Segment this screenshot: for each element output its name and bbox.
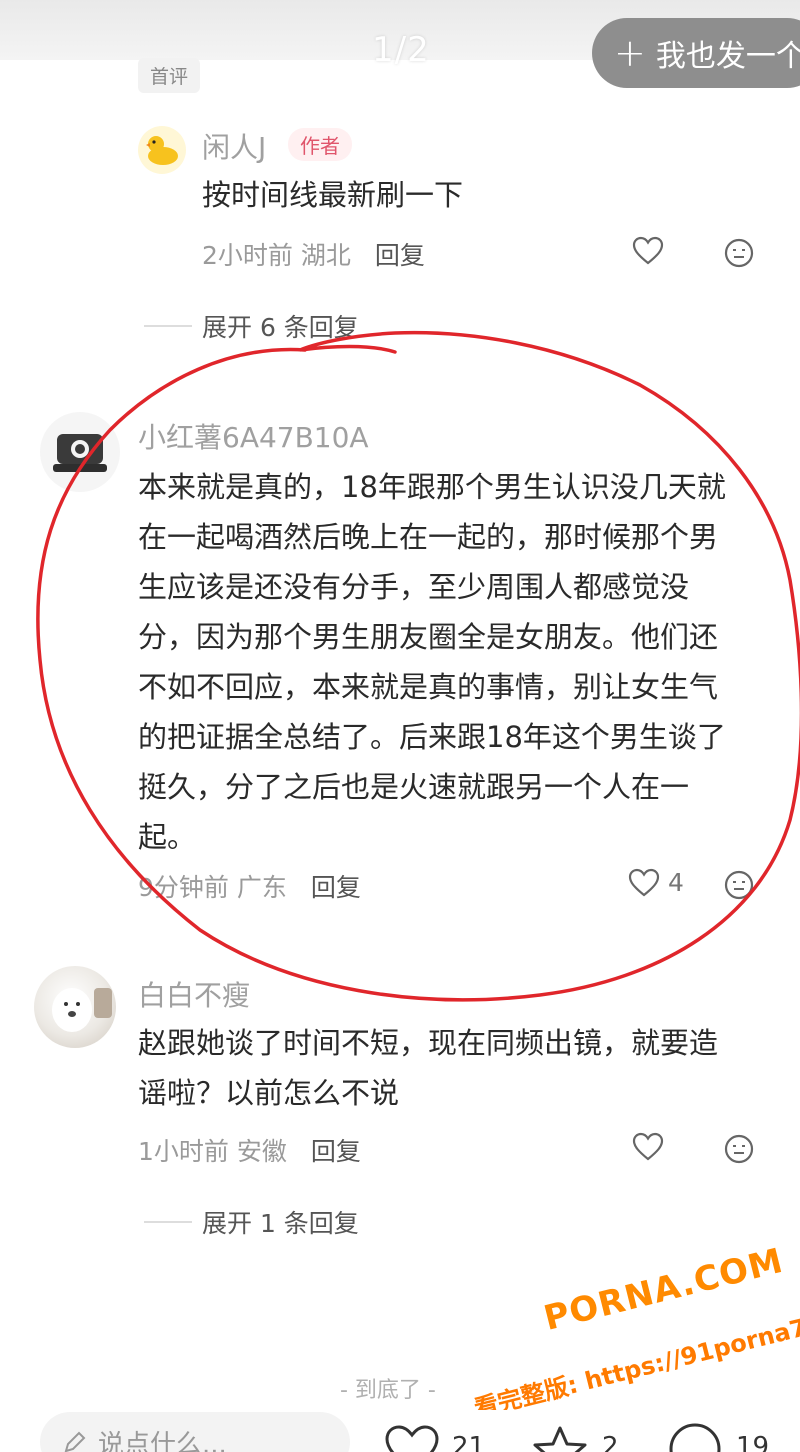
duck-icon xyxy=(146,136,178,165)
expand-replies-button[interactable]: 展开 1 条回复 xyxy=(144,1204,359,1240)
comment-text-line: 起。 xyxy=(138,820,197,854)
comment-location: 广东 xyxy=(236,873,287,902)
end-of-list-label: - 到底了 - xyxy=(340,1378,436,1403)
dislike-face-icon[interactable] xyxy=(724,870,754,900)
comment-username[interactable]: 小红薯6A47B10A xyxy=(138,416,369,456)
comment-text-line: 分，因为那个男生朋友圈全是女朋友。他们还 xyxy=(138,620,719,654)
comment-time: 1小时前 xyxy=(138,1137,229,1166)
comment-location: 安徽 xyxy=(236,1137,287,1166)
star-icon[interactable] xyxy=(530,1424,590,1452)
like-count: 4 xyxy=(668,868,684,897)
reply-button[interactable]: 回复 xyxy=(311,1137,361,1166)
comment-text-line: 生应该是还没有分手，至少周围人都感觉没 xyxy=(138,570,690,604)
comment-count: 19 xyxy=(736,1432,770,1452)
avatar[interactable] xyxy=(34,966,116,1048)
expand-replies-label: 展开 1 条回复 xyxy=(202,1209,359,1238)
dog-photo-icon xyxy=(52,988,112,1032)
comment-bubble-icon[interactable] xyxy=(666,1422,724,1452)
dislike-face-icon[interactable] xyxy=(724,1134,754,1164)
comment-meta: 2小时前 湖北 回复 xyxy=(202,236,425,272)
comment-time: 2小时前 xyxy=(202,241,293,270)
comment-username[interactable]: 闲人J xyxy=(202,126,266,166)
comment-text-line: 在一起喝酒然后晚上在一起的，那时候那个男 xyxy=(138,520,719,554)
comment-time: 9分钟前 xyxy=(138,873,229,902)
divider-line xyxy=(144,1221,192,1223)
comment-meta: 9分钟前 广东 回复 xyxy=(138,868,361,904)
comment-username[interactable]: 白白不瘦 xyxy=(138,974,250,1014)
first-comment-tag: 首评 xyxy=(138,58,201,93)
comment-text-line: 挺久，分了之后也是火速就跟另一个人在一 xyxy=(138,770,690,804)
avatar[interactable] xyxy=(40,412,120,492)
like-icon[interactable] xyxy=(384,1424,440,1452)
pencil-icon xyxy=(64,1431,86,1452)
page-indicator: 1/2 xyxy=(372,30,430,70)
comment-text-line: 不如不回应，本来就是真的事情，别让女生气 xyxy=(138,670,719,704)
comment-text-line: 的把证据全总结了。后来跟18年这个男生谈了 xyxy=(138,720,726,754)
like-count: 21 xyxy=(452,1432,486,1452)
comment-input-placeholder: 说点什么... xyxy=(98,1429,227,1452)
comment-input[interactable]: 说点什么... xyxy=(40,1412,350,1452)
avatar[interactable] xyxy=(138,126,186,174)
heart-icon[interactable] xyxy=(628,868,660,898)
camera-icon xyxy=(53,434,107,472)
expand-replies-label: 展开 6 条回复 xyxy=(202,313,359,342)
comment-text: 按时间线最新刷一下 xyxy=(202,178,464,212)
post-button-label: 我也发一个 xyxy=(655,39,800,74)
reply-button[interactable]: 回复 xyxy=(375,241,425,270)
expand-replies-button[interactable]: 展开 6 条回复 xyxy=(144,308,359,344)
heart-icon[interactable] xyxy=(632,236,664,266)
comment-location: 湖北 xyxy=(300,241,351,270)
comment-text: 本来就是真的，18年跟那个男生认识没几天就 在一起喝酒然后晚上在一起的，那时候那… xyxy=(138,462,726,862)
comment-text-line: 谣啦？以前怎么不说 xyxy=(138,1076,400,1110)
comment-text: 赵跟她谈了时间不短，现在同频出镜，就要造 谣啦？以前怎么不说 xyxy=(138,1018,718,1118)
comment-meta: 1小时前 安徽 回复 xyxy=(138,1132,361,1168)
star-count: 2 xyxy=(602,1432,619,1452)
heart-icon[interactable] xyxy=(632,1132,664,1162)
author-badge: 作者 xyxy=(288,128,352,161)
post-button[interactable]: + 我也发一个 xyxy=(592,18,800,88)
comment-text-line: 本来就是真的，18年跟那个男生认识没几天就 xyxy=(138,470,726,504)
dislike-face-icon[interactable] xyxy=(724,238,754,268)
plus-icon: + xyxy=(614,31,646,75)
divider-line xyxy=(144,325,192,327)
reply-button[interactable]: 回复 xyxy=(311,873,361,902)
comment-text-line: 赵跟她谈了时间不短，现在同频出镜，就要造 xyxy=(138,1026,719,1060)
